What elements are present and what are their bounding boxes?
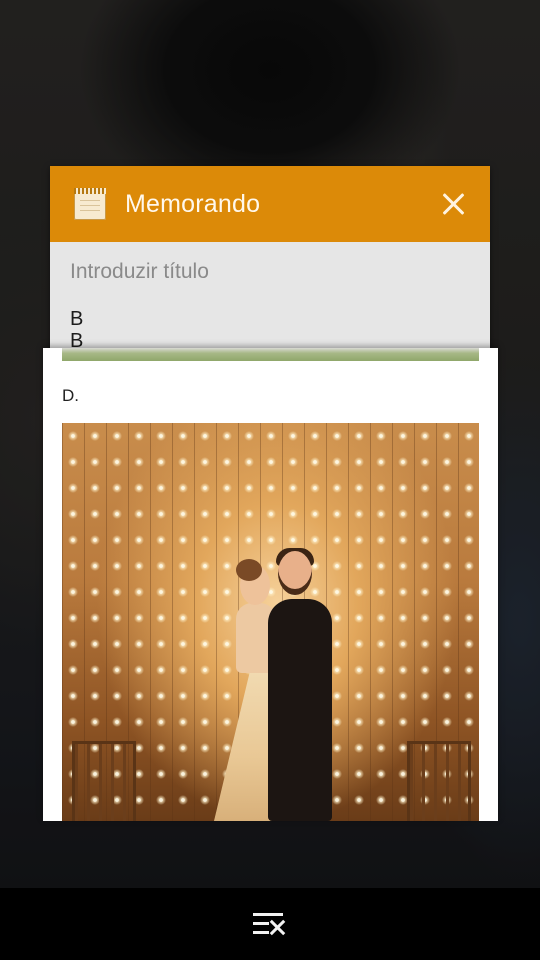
- chair-right: [407, 741, 471, 821]
- recent-app-card-document[interactable]: D.: [43, 348, 498, 821]
- clear-all-icon[interactable]: [251, 909, 289, 939]
- close-icon[interactable]: [440, 190, 468, 218]
- clear-all-line: [253, 913, 283, 916]
- bottom-navigation-bar: [0, 888, 540, 960]
- clear-all-line: [253, 922, 269, 925]
- memo-body-line: B: [70, 308, 84, 330]
- chair-left: [72, 741, 136, 821]
- memo-card-body: B B: [50, 242, 490, 352]
- memo-app-icon: [74, 188, 106, 220]
- clear-all-line: [253, 931, 269, 934]
- memo-title-input[interactable]: [70, 258, 470, 286]
- wedding-photo: [62, 423, 479, 821]
- previous-image-strip: [62, 348, 479, 361]
- memo-body-text: B B: [70, 308, 470, 352]
- bride-hair: [236, 559, 262, 581]
- groom-head: [278, 551, 312, 595]
- couple-figure: [214, 548, 334, 821]
- memo-card-header: Memorando: [50, 166, 490, 242]
- groom-body: [268, 599, 332, 821]
- recent-app-card-memo[interactable]: Memorando B B: [50, 166, 490, 366]
- memo-app-title: Memorando: [125, 189, 261, 218]
- document-label: D.: [62, 386, 79, 405]
